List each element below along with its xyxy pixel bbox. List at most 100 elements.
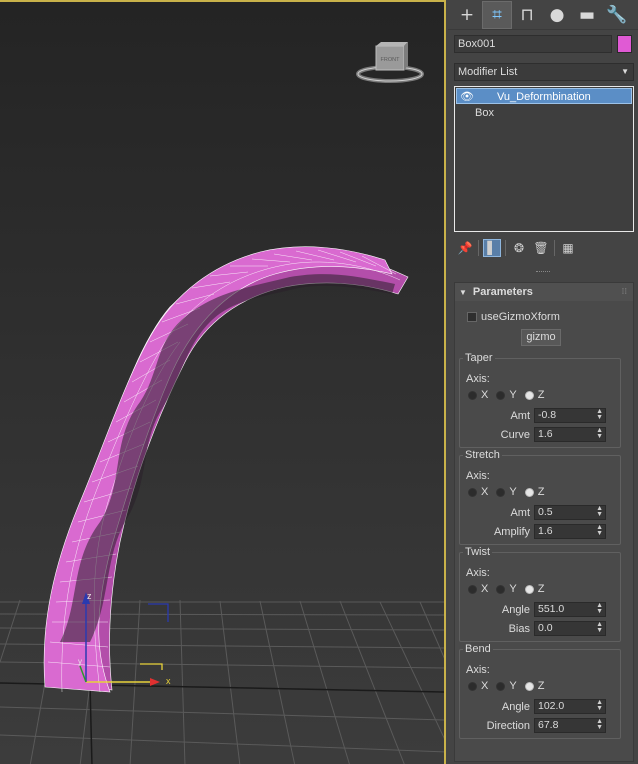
show-end-result-icon[interactable]: ▌ [483, 239, 501, 257]
stretch-amplify-label: Amplify [493, 525, 530, 538]
axis-x-radio[interactable] [468, 390, 477, 400]
object-name-field[interactable]: Box001 [454, 35, 612, 53]
twist-axis-radios: X Y Z [468, 583, 548, 595]
axis-z-radio[interactable] [524, 390, 534, 400]
stretch-amplify-row: Amplify 1.6 ▲ ▼ [464, 524, 606, 539]
spinner-arrows-icon[interactable]: ▲ ▼ [596, 621, 603, 634]
perspective-viewport[interactable]: x z y FRONT [0, 0, 446, 764]
stretch-group: Stretch Axis: X Y Z Amt 0.5 ▲ ▼ Amplify 1.… [459, 449, 621, 545]
axis-z-radio[interactable] [524, 487, 534, 497]
bend-angle-row: Angle 102.0 ▲ ▼ [464, 699, 606, 714]
motion-tab-icon[interactable]: ● [542, 1, 572, 29]
axis-y-radio[interactable] [496, 390, 506, 400]
spinner-arrows-icon[interactable]: ▲ ▼ [596, 505, 603, 518]
collapse-triangle-icon: ▼ [459, 288, 467, 297]
bend-group-title: Bend [463, 643, 493, 655]
chevron-down-icon: ▼ [621, 67, 629, 76]
stack-item-modifier[interactable]: 👁 Vu_Deformbination [456, 88, 632, 104]
modifier-stack: 👁 Vu_Deformbination Box [454, 86, 634, 232]
modifier-list-label: Modifier List [458, 66, 518, 78]
taper-curve-spinner[interactable]: 1.6 ▲ ▼ [534, 427, 606, 442]
bend-direction-label: Direction [486, 719, 530, 732]
gizmo-button[interactable]: gizmo [521, 329, 561, 346]
spinner-value: 67.8 [538, 719, 559, 731]
modifier-list-dropdown[interactable]: Modifier List ▼ [454, 63, 634, 81]
axis-z-radio[interactable] [524, 681, 534, 691]
twist-bias-label: Bias [508, 622, 530, 635]
twist-bias-spinner[interactable]: 0.0 ▲ ▼ [534, 621, 606, 636]
remove-modifier-icon[interactable]: 🗑 [532, 239, 550, 257]
stretch-amt-spinner[interactable]: 0.5 ▲ ▼ [534, 505, 606, 520]
spinner-arrows-icon[interactable]: ▲ ▼ [596, 524, 603, 537]
display-tab-icon[interactable]: ▬ [572, 1, 602, 29]
axis-y-label: Y [509, 680, 517, 692]
taper-curve-label: Curve [500, 428, 530, 441]
bend-angle-label: Angle [501, 700, 530, 713]
bend-group: Bend Axis: X Y Z Angle 102.0 ▲ ▼ Direction… [459, 643, 621, 739]
axis-y-label: Y [509, 486, 517, 498]
spinner-arrows-icon[interactable]: ▲ ▼ [596, 427, 603, 440]
stretch-amplify-spinner[interactable]: 1.6 ▲ ▼ [534, 524, 606, 539]
axis-z-label: Z [537, 486, 545, 498]
object-name-row: Box001 [454, 35, 634, 53]
utilities-tab-icon[interactable]: 🔧 [602, 1, 632, 29]
axis-x-radio[interactable] [468, 681, 477, 691]
taper-axis-radios: X Y Z [468, 389, 548, 401]
axis-x-label: X [481, 486, 489, 498]
twist-bias-row: Bias 0.0 ▲ ▼ [464, 621, 606, 636]
spinner-arrows-icon[interactable]: ▲ ▼ [596, 408, 603, 421]
twist-angle-row: Angle 551.0 ▲ ▼ [464, 602, 606, 617]
axis-y-label: Y [509, 389, 517, 401]
stack-toolbar: 📌 ▌ ❂ 🗑 ▦ [456, 238, 636, 258]
stack-item-base-object[interactable]: Box [455, 105, 633, 121]
axis-x-radio[interactable] [468, 487, 477, 497]
configure-modifier-sets-icon[interactable]: ▦ [559, 239, 577, 257]
toolbar-divider [505, 240, 506, 256]
axis-z-radio[interactable] [524, 584, 534, 594]
use-gizmo-xform-checkbox[interactable] [467, 312, 477, 322]
spinner-value: 1.6 [538, 525, 553, 537]
viewcube[interactable]: FRONT [355, 42, 425, 87]
gizmo-y-label: y [78, 657, 82, 666]
bend-axis-radios: X Y Z [468, 680, 548, 692]
stack-item-label: Vu_Deformbination [497, 91, 591, 103]
spinner-arrows-icon[interactable]: ▲ ▼ [596, 699, 603, 712]
object-color-swatch[interactable] [617, 35, 632, 53]
spinner-arrows-icon[interactable]: ▲ ▼ [596, 718, 603, 731]
stretch-amt-row: Amt 0.5 ▲ ▼ [464, 505, 606, 520]
axis-z-label: Z [537, 583, 545, 595]
gizmo-z-label: z [87, 591, 92, 601]
taper-curve-row: Curve 1.6 ▲ ▼ [464, 427, 606, 442]
taper-group-title: Taper [463, 352, 495, 364]
axis-y-radio[interactable] [496, 681, 506, 691]
twist-angle-spinner[interactable]: 551.0 ▲ ▼ [534, 602, 606, 617]
parameters-rollout-header[interactable]: ▼ Parameters ⁞⁞ [455, 283, 633, 301]
stretch-axis-radios: X Y Z [468, 486, 548, 498]
command-panel: + ⌗ ⊓ ● ▬ 🔧 Box001 Modifier List ▼ 👁 Vu_… [448, 0, 638, 764]
bend-direction-spinner[interactable]: 67.8 ▲ ▼ [534, 718, 606, 733]
axis-x-radio[interactable] [468, 584, 477, 594]
modify-tab-icon[interactable]: ⌗ [482, 0, 512, 29]
axis-y-radio[interactable] [496, 487, 506, 497]
spinner-value: 1.6 [538, 428, 553, 440]
create-tab-icon[interactable]: + [452, 1, 482, 29]
axis-label: Axis: [466, 470, 490, 482]
axis-z-label: Z [537, 389, 545, 401]
drag-handle-icon[interactable]: ⁞⁞ [622, 283, 627, 301]
spinner-value: 102.0 [538, 700, 565, 712]
pin-stack-icon[interactable]: 📌 [456, 239, 474, 257]
make-unique-icon[interactable]: ❂ [510, 239, 528, 257]
taper-amt-label: Amt [510, 409, 530, 422]
axis-label: Axis: [466, 567, 490, 579]
taper-amt-spinner[interactable]: -0.8 ▲ ▼ [534, 408, 606, 423]
twist-angle-label: Angle [501, 603, 530, 616]
panel-resize-grip[interactable] [536, 271, 550, 273]
spinner-arrows-icon[interactable]: ▲ ▼ [596, 602, 603, 615]
spinner-value: 0.5 [538, 506, 553, 518]
twist-group-title: Twist [463, 546, 493, 558]
hierarchy-tab-icon[interactable]: ⊓ [512, 1, 542, 29]
spinner-value: 0.0 [538, 622, 553, 634]
bend-angle-spinner[interactable]: 102.0 ▲ ▼ [534, 699, 606, 714]
axis-y-radio[interactable] [496, 584, 506, 594]
eye-icon[interactable]: 👁 [460, 89, 474, 105]
